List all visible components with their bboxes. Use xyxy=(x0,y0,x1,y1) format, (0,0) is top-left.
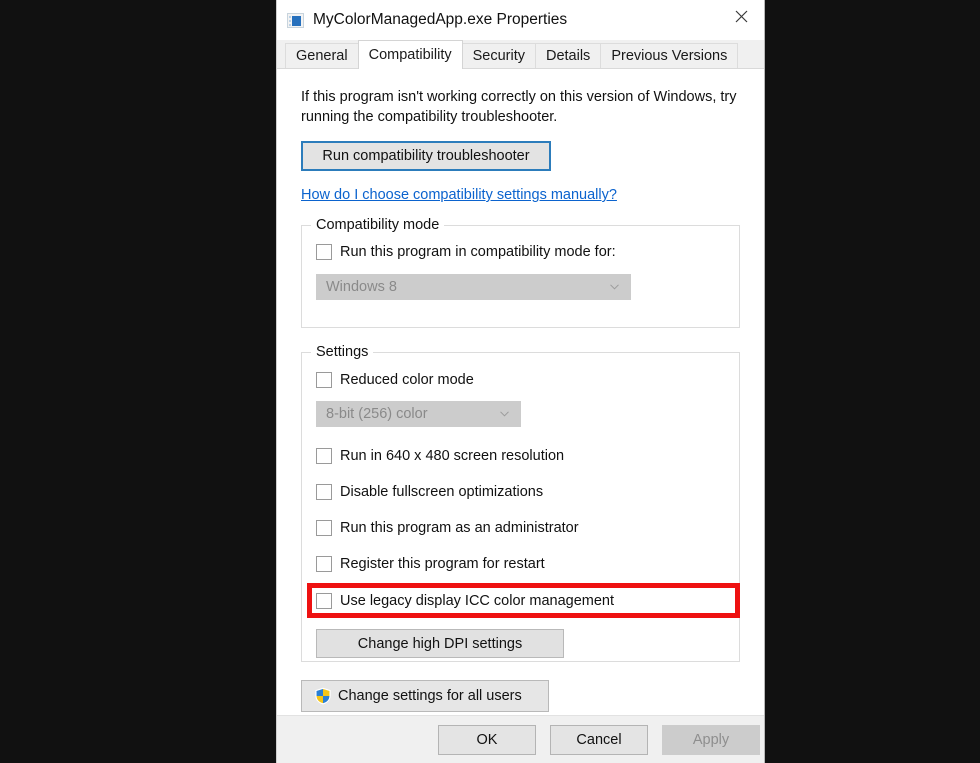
ok-button[interactable]: OK xyxy=(438,724,536,755)
disable-fullscreen-optimizations-checkbox-row[interactable]: Disable fullscreen optimizations xyxy=(316,483,725,500)
apply-button: Apply xyxy=(662,724,760,755)
tab-strip: General Compatibility Security Details P… xyxy=(277,40,764,69)
compatibility-mode-dropdown[interactable]: Windows 8 xyxy=(316,274,631,300)
manual-settings-link[interactable]: How do I choose compatibility settings m… xyxy=(301,187,617,203)
compatibility-mode-dropdown-value: Windows 8 xyxy=(326,279,397,295)
run-compatibility-troubleshooter-button[interactable]: Run compatibility troubleshooter xyxy=(301,141,551,171)
run-as-administrator-label: Run this program as an administrator xyxy=(340,519,579,536)
tab-details[interactable]: Details xyxy=(534,43,602,68)
settings-group: Settings Reduced color mode 8-bit (256) … xyxy=(301,344,740,662)
compatibility-mode-group: Compatibility mode Run this program in c… xyxy=(301,217,740,328)
run-as-administrator-checkbox-row[interactable]: Run this program as an administrator xyxy=(316,519,725,536)
tab-security[interactable]: Security xyxy=(461,43,536,68)
run-as-administrator-checkbox[interactable] xyxy=(316,519,332,536)
legacy-icc-color-management-label: Use legacy display ICC color management xyxy=(340,592,615,609)
intro-text: If this program isn't working correctly … xyxy=(301,89,737,125)
disable-fullscreen-optimizations-checkbox[interactable] xyxy=(316,483,332,500)
compatibility-mode-group-title: Compatibility mode xyxy=(311,217,445,233)
chevron-down-icon xyxy=(500,411,509,417)
chevron-down-icon xyxy=(610,284,619,290)
change-settings-for-all-users-button[interactable]: Change settings for all users xyxy=(301,680,549,712)
settings-group-title: Settings xyxy=(311,344,374,360)
tab-general[interactable]: General xyxy=(285,43,359,68)
cancel-button[interactable]: Cancel xyxy=(550,724,648,755)
close-button[interactable] xyxy=(718,0,764,32)
compatibility-mode-checkbox[interactable] xyxy=(316,243,332,260)
register-for-restart-checkbox-row[interactable]: Register this program for restart xyxy=(316,555,725,572)
legacy-icc-color-management-checkbox-row[interactable]: Use legacy display ICC color management xyxy=(316,592,725,609)
tab-compatibility[interactable]: Compatibility xyxy=(357,40,463,69)
compatibility-mode-checkbox-label: Run this program in compatibility mode f… xyxy=(340,243,616,260)
register-for-restart-label: Register this program for restart xyxy=(340,555,545,572)
dialog-footer: OK Cancel Apply xyxy=(277,716,764,763)
close-icon xyxy=(735,10,747,22)
reduced-color-mode-label: Reduced color mode xyxy=(340,371,474,388)
title-bar: MyColorManagedApp.exe Properties xyxy=(277,0,764,40)
legacy-icc-color-management-checkbox[interactable] xyxy=(316,592,332,609)
change-high-dpi-settings-button[interactable]: Change high DPI settings xyxy=(316,629,564,658)
disable-fullscreen-optimizations-label: Disable fullscreen optimizations xyxy=(340,483,544,500)
application-window-icon xyxy=(287,12,304,28)
color-depth-dropdown-value: 8-bit (256) color xyxy=(326,406,428,422)
properties-dialog: MyColorManagedApp.exe Properties General… xyxy=(276,0,765,763)
window-title: MyColorManagedApp.exe Properties xyxy=(313,11,568,28)
reduced-color-mode-checkbox[interactable] xyxy=(316,371,332,388)
run-640x480-label: Run in 640 x 480 screen resolution xyxy=(340,447,565,464)
change-settings-for-all-users-label: Change settings for all users xyxy=(338,688,522,704)
register-for-restart-checkbox[interactable] xyxy=(316,555,332,572)
run-640x480-checkbox-row[interactable]: Run in 640 x 480 screen resolution xyxy=(316,447,725,464)
color-depth-dropdown[interactable]: 8-bit (256) color xyxy=(316,401,521,427)
run-640x480-checkbox[interactable] xyxy=(316,447,332,464)
reduced-color-mode-checkbox-row[interactable]: Reduced color mode xyxy=(316,371,725,388)
tab-previous-versions[interactable]: Previous Versions xyxy=(600,43,739,68)
compatibility-mode-checkbox-row[interactable]: Run this program in compatibility mode f… xyxy=(316,243,725,260)
uac-shield-icon xyxy=(315,687,331,705)
compatibility-pane: If this program isn't working correctly … xyxy=(277,69,764,716)
